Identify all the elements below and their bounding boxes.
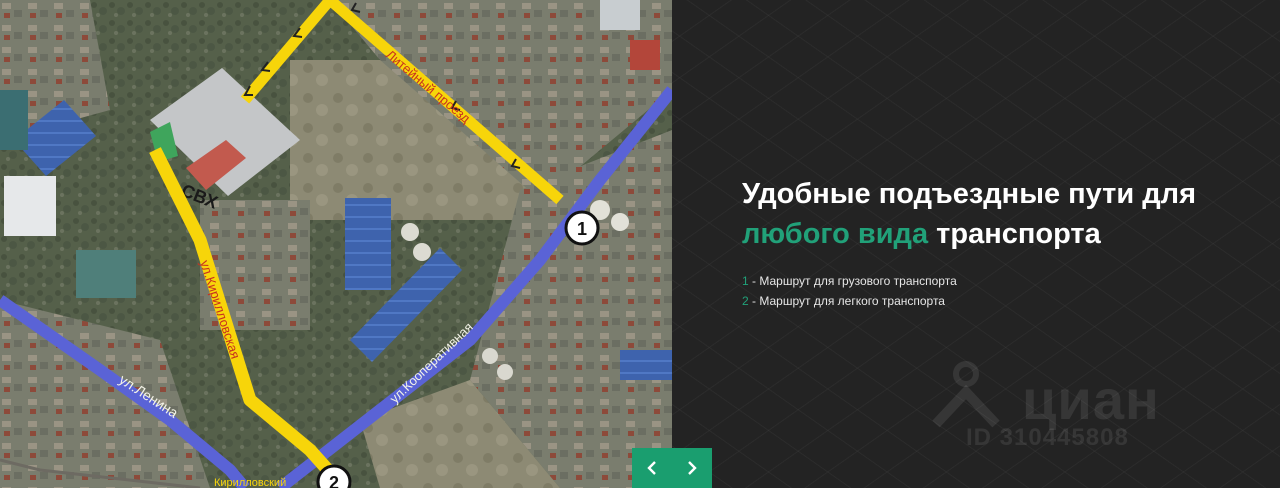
legend-text: - Маршрут для легкого транспорта: [748, 294, 945, 308]
route-legend: 1 - Маршрут для грузового транспорта 2 -…: [742, 271, 957, 311]
legend-item-car: 2 - Маршрут для легкого транспорта: [742, 291, 957, 311]
chevron-left-icon: [647, 461, 656, 475]
headline-accent: любого вида: [742, 218, 929, 250]
road-label-bottom: Кирилловский: [214, 477, 286, 488]
slider-navigation: [632, 448, 712, 488]
red-roof: [630, 40, 660, 70]
legend-number: 2: [742, 294, 749, 308]
warehouse-roof: [345, 198, 391, 290]
headline-rest: транспорта: [928, 218, 1101, 250]
route-marker-1: 1: [564, 210, 600, 246]
headline-line1: Удобные подъездные пути для: [742, 178, 1196, 210]
storage-tank: [611, 213, 629, 231]
map-panel: СВХ ул.Ленина ул.Кирилловская ул.Коопера…: [0, 0, 672, 488]
route-marker-1-label: 1: [577, 219, 587, 239]
white-building: [600, 0, 640, 30]
satellite-map: СВХ ул.Ленина ул.Кирилловская ул.Коопера…: [0, 0, 672, 488]
storage-tank: [482, 348, 498, 364]
legend-number: 1: [742, 274, 749, 288]
storage-tank: [401, 223, 419, 241]
legend-text: - Маршрут для грузового транспорта: [748, 274, 957, 288]
route-marker-2-label: 2: [329, 473, 339, 488]
slider-prev-button[interactable]: [632, 448, 672, 488]
map-pin-icon: [932, 361, 1000, 428]
slider-next-button[interactable]: [672, 448, 712, 488]
route-marker-2: 2: [316, 464, 352, 488]
warehouse-roof: [620, 350, 672, 380]
info-panel: Удобные подъездные пути для любого вида …: [672, 0, 1280, 488]
watermark-brand: циан: [1022, 368, 1160, 431]
warehouse-roof: [76, 250, 136, 298]
warehouse-roof: [0, 90, 28, 150]
storage-tank: [497, 364, 513, 380]
white-building: [4, 176, 56, 236]
legend-item-truck: 1 - Маршрут для грузового транспорта: [742, 271, 957, 291]
headline: Удобные подъездные пути для любого вида …: [742, 174, 1262, 254]
watermark-id: ID 310445808: [966, 424, 1129, 451]
chevron-right-icon: [688, 461, 697, 475]
storage-tank: [413, 243, 431, 261]
